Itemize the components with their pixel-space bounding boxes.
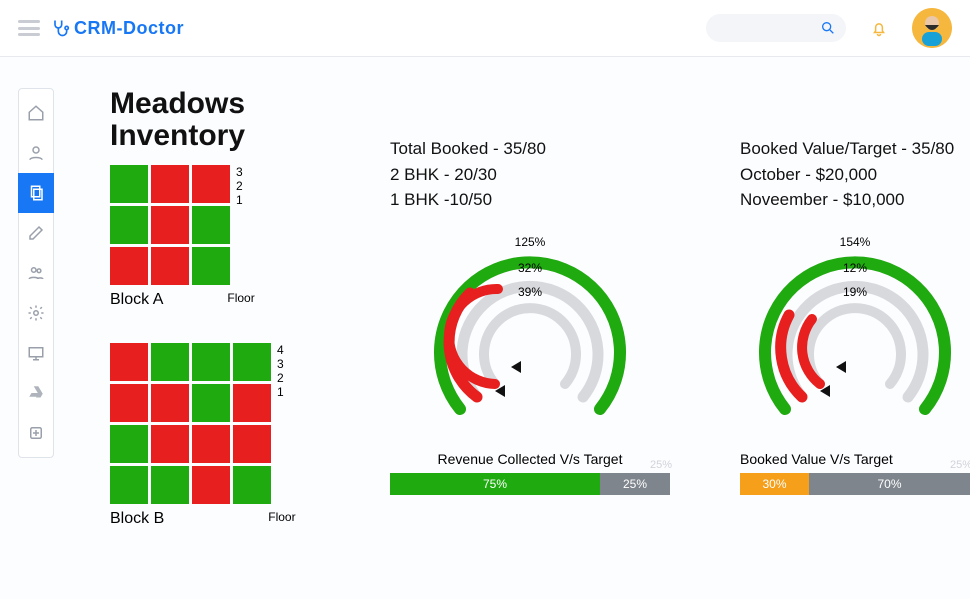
topbar-divider xyxy=(0,56,970,57)
center-bar-outside-label: 25% xyxy=(650,459,672,471)
center-bar: 75% 25% 25% xyxy=(390,473,670,495)
inventory-cell[interactable] xyxy=(192,343,230,381)
sidebar-item-settings[interactable] xyxy=(18,293,54,333)
block-a-grid xyxy=(110,165,230,285)
inventory-cell[interactable] xyxy=(233,425,271,463)
bell-icon[interactable] xyxy=(870,19,888,37)
block-b-grid xyxy=(110,343,271,504)
right-bar-right: 70% xyxy=(809,473,970,495)
drive-icon xyxy=(27,384,45,402)
block-b-label: Block B xyxy=(110,510,164,528)
inventory-cell[interactable] xyxy=(192,425,230,463)
sidebar-item-user[interactable] xyxy=(18,133,54,173)
floor-number: 1 xyxy=(277,385,284,399)
floor-number: 2 xyxy=(236,179,243,193)
inventory-cell[interactable] xyxy=(110,466,148,504)
center-bar-left: 75% xyxy=(390,473,600,495)
stethoscope-icon xyxy=(50,18,70,38)
files-icon xyxy=(27,184,45,202)
inventory-cell[interactable] xyxy=(233,466,271,504)
inventory-cell[interactable] xyxy=(110,343,148,381)
gauge-mid-label: 32% xyxy=(415,261,645,275)
sidebar-item-drive[interactable] xyxy=(18,373,54,413)
inventory-cell[interactable] xyxy=(110,247,148,285)
floor-number: 2 xyxy=(277,371,284,385)
inventory-cell[interactable] xyxy=(110,384,148,422)
block-b-floor-label: Floor xyxy=(268,510,295,524)
inventory-cell[interactable] xyxy=(151,466,189,504)
sidebar-item-edit[interactable] xyxy=(18,213,54,253)
inventory-cell[interactable] xyxy=(110,165,148,203)
block-a-label: Block A xyxy=(110,291,163,309)
inventory-cell[interactable] xyxy=(192,466,230,504)
avatar[interactable] xyxy=(912,8,952,48)
brand-logo[interactable]: CRM-Doctor xyxy=(50,18,184,39)
right-bar-left: 30% xyxy=(740,473,809,495)
inventory-cell[interactable] xyxy=(110,206,148,244)
floor-number: 4 xyxy=(277,343,284,357)
inventory-cell[interactable] xyxy=(192,384,230,422)
inventory-cell[interactable] xyxy=(233,343,271,381)
inventory-cell[interactable] xyxy=(151,247,189,285)
inventory-cell[interactable] xyxy=(192,247,230,285)
right-bar-title: Booked Value V/s Target xyxy=(740,451,970,467)
inventory-cell[interactable] xyxy=(192,165,230,203)
edit-icon xyxy=(27,224,45,242)
menu-toggle-button[interactable] xyxy=(18,20,40,36)
users-icon xyxy=(27,264,45,282)
right-bar: 30% 70% 25% xyxy=(740,473,970,495)
gauge-outer-label: 125% xyxy=(415,235,645,249)
gauge-mid-label: 12% xyxy=(740,261,970,275)
center-summary: Total Booked - 35/80 2 BHK - 20/30 1 BHK… xyxy=(390,136,670,213)
block-b-floor-numbers: 4321 xyxy=(277,343,284,399)
floor-number: 3 xyxy=(277,357,284,371)
gear-icon xyxy=(27,304,45,322)
gauge-outer-label: 154% xyxy=(740,235,970,249)
topbar: CRM-Doctor xyxy=(0,0,970,56)
sidebar-item-monitor[interactable] xyxy=(18,333,54,373)
sidebar xyxy=(18,88,54,458)
gauge-inner-label: 19% xyxy=(740,285,970,299)
brand-text: CRM-Doctor xyxy=(74,18,184,39)
inventory-cell[interactable] xyxy=(151,384,189,422)
center-gauge: 125% 32% 39% xyxy=(415,229,645,439)
user-icon xyxy=(27,144,45,162)
floor-number: 3 xyxy=(236,165,243,179)
sidebar-item-users[interactable] xyxy=(18,253,54,293)
avatar-icon xyxy=(912,8,952,48)
monitor-icon xyxy=(27,344,45,362)
inventory-cell[interactable] xyxy=(151,425,189,463)
right-summary: Booked Value/Target - 35/80 October - $2… xyxy=(740,136,970,213)
hospital-icon xyxy=(27,424,45,442)
sidebar-item-hospital[interactable] xyxy=(18,413,54,453)
home-icon xyxy=(27,104,45,122)
main-content: Meadows Inventory 321 Block A Floor 4321… xyxy=(110,88,952,589)
block-a-floor-numbers: 321 xyxy=(236,165,243,207)
sidebar-item-files[interactable] xyxy=(18,173,54,213)
inventory-cell[interactable] xyxy=(151,343,189,381)
floor-number: 1 xyxy=(236,193,243,207)
right-panel: Booked Value/Target - 35/80 October - $2… xyxy=(740,136,970,495)
inventory-cell[interactable] xyxy=(233,384,271,422)
center-bar-title: Revenue Collected V/s Target xyxy=(390,451,670,467)
center-bar-right: 25% xyxy=(600,473,670,495)
search-icon xyxy=(820,20,836,36)
right-gauge: 154% 12% 19% xyxy=(740,229,970,439)
gauge-inner-label: 39% xyxy=(415,285,645,299)
sidebar-item-home[interactable] xyxy=(18,93,54,133)
right-bar-outside-label: 25% xyxy=(950,459,970,471)
inventory-cell[interactable] xyxy=(151,206,189,244)
inventory-cell[interactable] xyxy=(110,425,148,463)
inventory-cell[interactable] xyxy=(151,165,189,203)
inventory-cell[interactable] xyxy=(192,206,230,244)
block-a-floor-label: Floor xyxy=(227,291,254,305)
center-panel: Total Booked - 35/80 2 BHK - 20/30 1 BHK… xyxy=(390,136,670,495)
search-input[interactable] xyxy=(706,14,846,42)
